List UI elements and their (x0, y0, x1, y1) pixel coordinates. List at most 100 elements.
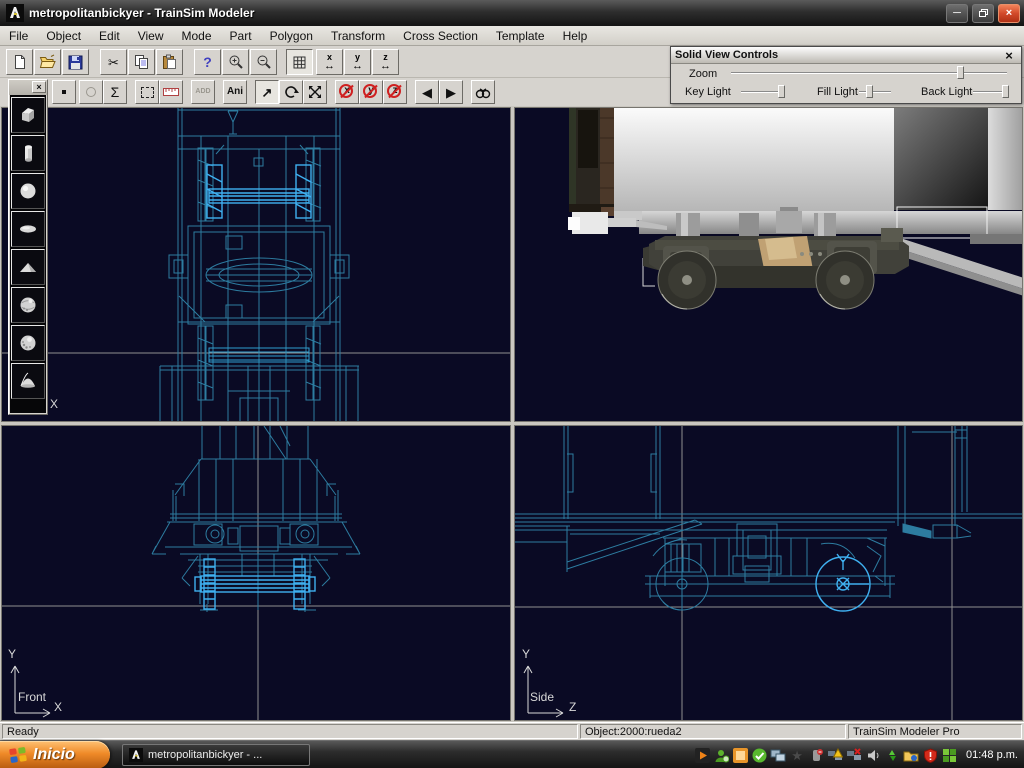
restore-button[interactable] (972, 4, 994, 23)
help-button[interactable]: ? (194, 49, 221, 75)
status-object-info: Object:2000:rueda2 (580, 724, 846, 739)
save-button[interactable] (62, 49, 89, 75)
minimize-button[interactable]: ─ (946, 4, 968, 23)
copy-icon (134, 54, 149, 70)
paste-icon (162, 54, 177, 70)
shape-geosphere-alt-button[interactable] (11, 325, 45, 361)
ruler-button[interactable] (159, 80, 183, 104)
viewport-top-view[interactable]: X (1, 107, 511, 422)
network-warning-icon[interactable] (827, 747, 843, 763)
menu-edit[interactable]: Edit (90, 27, 129, 45)
add-part-button[interactable]: ADD (191, 80, 215, 104)
spline-button[interactable]: Σ (103, 80, 127, 104)
zoom-out-button[interactable] (250, 49, 277, 75)
volume-icon[interactable] (865, 747, 881, 763)
menu-cross-section[interactable]: Cross Section (394, 27, 487, 45)
zoom-slider-thumb[interactable] (957, 66, 964, 79)
point-button[interactable] (52, 80, 76, 104)
app-grid-icon[interactable] (941, 747, 957, 763)
shape-sphere-button[interactable] (11, 173, 45, 209)
start-button[interactable]: Inicio (0, 741, 110, 768)
title-bar[interactable]: metropolitanbickyer - TrainSim Modeler ─… (0, 0, 1024, 26)
back-light-slider-thumb[interactable] (1002, 85, 1009, 98)
copy-button[interactable] (128, 49, 155, 75)
palette-close-button[interactable]: × (32, 81, 46, 93)
scale-tool-button[interactable] (303, 80, 327, 104)
find-button[interactable] (471, 80, 495, 104)
menu-polygon[interactable]: Polygon (261, 27, 322, 45)
dual-monitor-icon[interactable] (770, 747, 786, 763)
media-player-icon[interactable] (694, 747, 710, 763)
axis-label-z: Z (569, 700, 576, 714)
photo-tool-icon[interactable] (732, 747, 748, 763)
menu-part[interactable]: Part (221, 27, 261, 45)
back-light-slider[interactable] (973, 85, 1007, 98)
shape-dome-button[interactable] (11, 363, 45, 399)
shape-cylinder-button[interactable] (11, 135, 45, 171)
window-title: metropolitanbickyer - TrainSim Modeler (29, 6, 942, 20)
star-icon[interactable]: ★ (789, 747, 805, 763)
lock-y-button[interactable]: y (359, 80, 383, 104)
panel-close-button[interactable]: × (1001, 48, 1017, 63)
key-light-slider[interactable] (741, 85, 783, 98)
grid-toggle-button[interactable] (286, 49, 313, 75)
select-rect-icon (141, 87, 154, 98)
shape-disc-button[interactable] (11, 211, 45, 247)
application-window: metropolitanbickyer - TrainSim Modeler ─… (0, 0, 1024, 768)
shape-geosphere-button[interactable] (11, 287, 45, 323)
zoom-in-button[interactable] (222, 49, 249, 75)
windows-logo-icon (8, 745, 28, 765)
shape-wedge-button[interactable] (11, 249, 45, 285)
y-axis-button[interactable]: y↔ (344, 49, 371, 75)
viewport-front-view[interactable]: Y Front X (1, 425, 511, 721)
axis-label-y: Y (8, 647, 16, 661)
messenger-contact-icon[interactable] (713, 747, 729, 763)
solid-view-controls-titlebar[interactable]: Solid View Controls × (671, 47, 1021, 64)
key-light-slider-thumb[interactable] (778, 85, 785, 98)
ruler-icon (163, 87, 179, 97)
network-error-icon[interactable] (846, 747, 862, 763)
taskbar-app-button[interactable]: metropolitanbickyer - ... (122, 744, 310, 766)
lock-y-icon: y (362, 83, 380, 101)
folder-sync-icon[interactable] (903, 747, 919, 763)
zoom-slider[interactable] (731, 66, 1007, 79)
menu-file[interactable]: File (0, 27, 37, 45)
viewport-side-view[interactable]: Y Side Z (514, 425, 1023, 721)
shape-palette-titlebar[interactable]: × (9, 80, 47, 95)
paste-button[interactable] (156, 49, 183, 75)
antivirus-ok-icon[interactable] (751, 747, 767, 763)
taskbar: Inicio metropolitanbickyer - ... ★ 01:48… (0, 740, 1024, 768)
add-icon: ADD (195, 87, 210, 96)
move-tool-button[interactable]: ↗ (255, 80, 279, 104)
viewport-solid-view[interactable] (514, 107, 1023, 422)
lock-x-button[interactable]: x (335, 80, 359, 104)
z-axis-button[interactable]: z↔ (372, 49, 399, 75)
fill-light-slider[interactable] (859, 85, 891, 98)
new-file-button[interactable] (6, 49, 33, 75)
cut-button[interactable]: ✂ (100, 49, 127, 75)
open-file-button[interactable] (34, 49, 61, 75)
menu-view[interactable]: View (129, 27, 173, 45)
next-part-button[interactable]: ▶ (439, 80, 463, 104)
menu-object[interactable]: Object (37, 27, 90, 45)
circle-button[interactable] (79, 80, 103, 104)
menu-template[interactable]: Template (487, 27, 554, 45)
device-disabled-icon[interactable] (808, 747, 824, 763)
sync-arrows-icon[interactable] (884, 747, 900, 763)
menu-mode[interactable]: Mode (173, 27, 221, 45)
shape-box-button[interactable] (11, 97, 45, 133)
prev-icon: ◀ (422, 86, 432, 99)
close-button[interactable]: × (998, 4, 1020, 23)
panel-title: Solid View Controls (675, 49, 1001, 61)
animate-button[interactable]: Ani (223, 80, 247, 104)
security-alert-icon[interactable] (922, 747, 938, 763)
fill-light-slider-thumb[interactable] (866, 85, 873, 98)
menu-help[interactable]: Help (554, 27, 597, 45)
prev-part-button[interactable]: ◀ (415, 80, 439, 104)
x-axis-button[interactable]: x↔ (316, 49, 343, 75)
menu-transform[interactable]: Transform (322, 27, 394, 45)
select-rect-button[interactable] (135, 80, 159, 104)
lock-z-button[interactable]: z (383, 80, 407, 104)
rotate-tool-button[interactable] (279, 80, 303, 104)
y-axis-icon: y↔ (352, 53, 363, 72)
